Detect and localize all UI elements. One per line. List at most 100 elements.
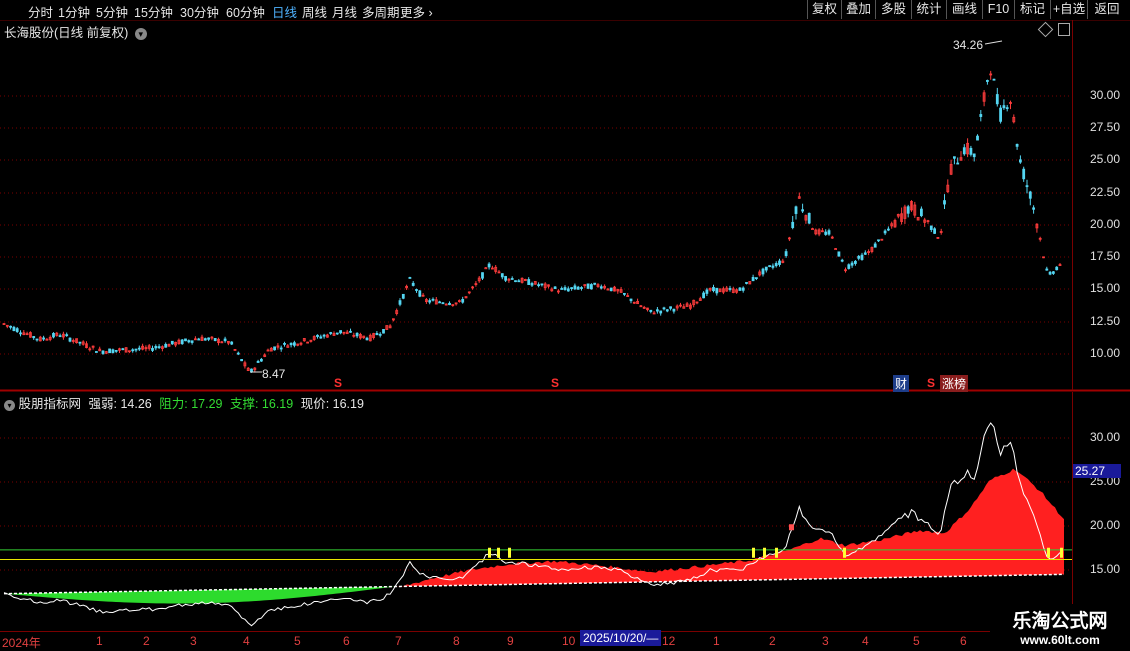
candle-body [669, 306, 672, 309]
candle-body [566, 288, 570, 292]
candle-body [1032, 207, 1035, 210]
candle-body [500, 273, 504, 278]
candle-body [649, 309, 653, 312]
candle-body [114, 350, 118, 352]
kline-chart[interactable] [0, 0, 1130, 650]
candle-body [517, 280, 521, 283]
candle-body [906, 206, 910, 214]
candle-body [335, 332, 339, 335]
candle-body [764, 266, 768, 271]
signal-dot [789, 524, 794, 531]
buy-signal-mark [508, 547, 511, 558]
candle-body [553, 286, 557, 289]
candle-body [929, 225, 933, 230]
candle-body [705, 289, 709, 294]
candle-body [979, 114, 983, 117]
candle-body [487, 263, 491, 268]
candle-body [840, 259, 844, 262]
candle-body [755, 277, 758, 280]
date-label: 8 [453, 634, 460, 648]
candle-body [969, 147, 973, 155]
candle-body [35, 338, 39, 341]
candle-body [164, 343, 168, 348]
candle-body [121, 348, 125, 351]
candle-body [1048, 271, 1052, 275]
candle-body [530, 283, 534, 286]
candle-body [448, 302, 451, 306]
candle-body [279, 347, 283, 350]
candle-body [207, 337, 211, 340]
candle-body [540, 283, 544, 286]
s-marker[interactable]: S [334, 376, 342, 390]
candle-body [728, 288, 732, 290]
date-label: 12 [662, 634, 676, 648]
candle-body [1052, 271, 1055, 274]
candle-body [995, 94, 999, 105]
candle-body [236, 352, 240, 355]
date-label: 1 [96, 634, 103, 648]
candle-body [131, 349, 135, 352]
candle-body [339, 330, 343, 334]
candle-body [230, 341, 234, 345]
window-toggle-icon[interactable] [1058, 23, 1070, 36]
candle-body [778, 260, 781, 265]
candle-body [190, 340, 194, 343]
main-pane-title[interactable]: 长海股份(日线 前复权) ▾ [4, 22, 147, 41]
candle-body [774, 263, 778, 267]
s-marker[interactable]: S [551, 376, 559, 390]
candle-body [791, 221, 795, 228]
candle-body [32, 336, 36, 339]
price-tick: 30.00 [1090, 88, 1121, 102]
date-label: 5 [913, 634, 920, 648]
date-label: 10 [562, 634, 576, 648]
watermark-title: 乐淘公式网 [1012, 611, 1108, 632]
candle-body [197, 338, 201, 341]
candle-body [662, 307, 666, 310]
candle-body [273, 346, 277, 351]
dropdown-icon[interactable]: ▾ [134, 28, 147, 40]
candle-body [665, 309, 669, 312]
candle-body [504, 276, 508, 281]
buy-signal-mark [843, 547, 846, 558]
price-label: 现价: [300, 397, 330, 411]
candle-body [863, 252, 867, 255]
candle-body [745, 282, 748, 284]
candle-body [527, 279, 531, 285]
date-axis: 2024年123456789101112123456 [0, 631, 1072, 651]
candle-body [19, 332, 22, 335]
finance-marker[interactable]: 财 [893, 375, 910, 392]
high-price-label: 34.26 [953, 38, 984, 52]
candle-body [378, 333, 382, 336]
candle-body [329, 332, 333, 334]
candle-body [382, 329, 385, 334]
candle-body [956, 162, 960, 165]
collapse-icon[interactable]: ▾ [4, 400, 15, 411]
date-label: 3 [822, 634, 829, 648]
candle-body [761, 268, 765, 275]
watermark: 乐淘公式网 www.60lt.com [990, 604, 1130, 650]
candle-body [837, 251, 841, 257]
candle-body [154, 346, 158, 349]
candle-body [411, 282, 415, 286]
candle-body [599, 286, 603, 289]
candle-body [349, 330, 352, 333]
candle-body [972, 153, 976, 158]
candle-body [1045, 268, 1049, 271]
candle-body [398, 300, 402, 305]
buy-signal-mark [752, 547, 755, 558]
candle-body [401, 293, 405, 299]
candle-body [78, 341, 82, 344]
candle-body [365, 337, 369, 341]
s-marker[interactable]: S [927, 376, 935, 390]
date-label: 6 [960, 634, 967, 648]
rise-rank-marker[interactable]: 涨榜 [940, 375, 969, 392]
date-label: 3 [190, 634, 197, 648]
candle-body [1022, 168, 1026, 180]
buy-signal-mark [1060, 547, 1063, 558]
candle-body [576, 286, 580, 290]
candle-body [1055, 266, 1059, 271]
candle-body [593, 282, 597, 285]
candle-body [807, 212, 811, 224]
date-label: 2 [769, 634, 776, 648]
date-label: 7 [395, 634, 402, 648]
